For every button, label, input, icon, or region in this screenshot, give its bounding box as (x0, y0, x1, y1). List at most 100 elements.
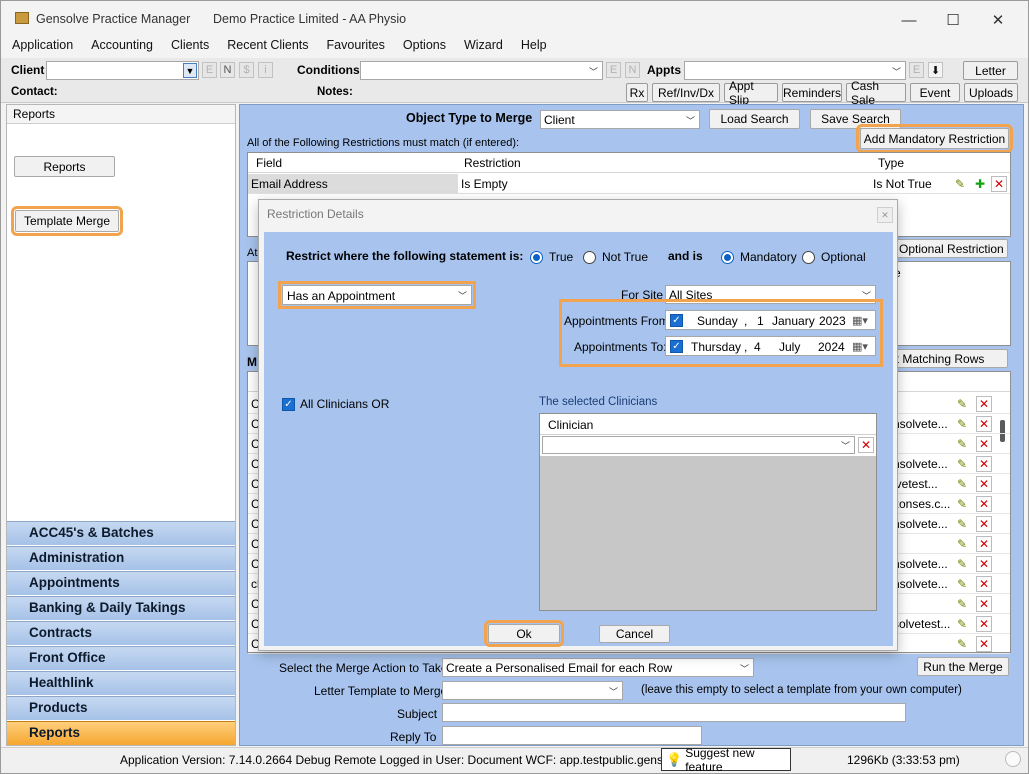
nav-appointments[interactable]: Appointments (7, 571, 235, 595)
dialog-close-icon[interactable]: ✕ (877, 207, 893, 223)
delete-x-icon[interactable]: ✕ (991, 176, 1007, 192)
cancel-button[interactable]: Cancel (599, 625, 670, 643)
nav-products[interactable]: Products (7, 696, 235, 720)
uploads-button[interactable]: Uploads (964, 83, 1018, 102)
load-search-button[interactable]: Load Search (709, 109, 800, 129)
delete-x-icon[interactable]: ✕ (976, 576, 992, 592)
calendar-icon[interactable]: ▦▾ (852, 340, 868, 353)
nav-reports[interactable]: Reports (7, 721, 235, 745)
conditions-combo[interactable]: ﹀ (360, 61, 603, 80)
clinician-combo[interactable]: ﹀ (542, 436, 855, 454)
delete-x-icon[interactable]: ✕ (976, 516, 992, 532)
add-plus-icon[interactable]: ✚ (972, 176, 988, 192)
conditions-edit-button[interactable]: E (606, 62, 621, 78)
delete-x-icon[interactable]: ✕ (858, 437, 874, 453)
edit-pencil-icon[interactable]: ✎ (954, 616, 970, 632)
calendar-icon[interactable]: ▦▾ (852, 314, 868, 327)
menu-clients[interactable]: Clients (160, 37, 216, 57)
edit-pencil-icon[interactable]: ✎ (954, 436, 970, 452)
nav-administration[interactable]: Administration (7, 546, 235, 570)
menu-help[interactable]: Help (510, 37, 554, 57)
appt-from-checkbox[interactable]: ✓ (670, 314, 683, 327)
save-search-button[interactable]: Save Search (810, 109, 901, 129)
reports-button[interactable]: Reports (14, 156, 115, 177)
close-window-button[interactable]: ✕ (976, 7, 1020, 33)
nav-acc45-batches[interactable]: ACC45's & Batches (7, 521, 235, 545)
run-merge-button[interactable]: Run the Merge (917, 657, 1009, 676)
for-site-combo[interactable]: All Sites ﹀ (665, 285, 876, 304)
event-button[interactable]: Event (910, 83, 960, 102)
download-icon[interactable]: ⬇ (928, 62, 943, 78)
condition-type-combo[interactable]: Has an Appointment ﹀ (278, 281, 476, 309)
delete-x-icon[interactable]: ✕ (976, 396, 992, 412)
delete-x-icon[interactable]: ✕ (976, 616, 992, 632)
edit-pencil-icon[interactable]: ✎ (954, 576, 970, 592)
merge-action-combo[interactable]: Create a Personalised Email for each Row… (442, 658, 754, 677)
edit-pencil-icon[interactable]: ✎ (954, 536, 970, 552)
mandatory-radio-circle[interactable] (721, 250, 734, 264)
rx-button[interactable]: Rx (626, 83, 648, 102)
edit-pencil-icon[interactable]: ✎ (954, 476, 970, 492)
delete-x-icon[interactable]: ✕ (976, 416, 992, 432)
menu-accounting[interactable]: Accounting (80, 37, 160, 57)
add-mandatory-restriction-button[interactable]: Add Mandatory Restriction (856, 124, 1013, 153)
nav-healthlink[interactable]: Healthlink (7, 671, 235, 695)
appt-to-checkbox[interactable]: ✓ (670, 340, 683, 353)
mandatory-radio[interactable]: Mandatory (721, 250, 797, 264)
nav-front-office[interactable]: Front Office (7, 646, 235, 670)
maximize-button[interactable]: ☐ (931, 7, 975, 33)
edit-pencil-icon[interactable]: ✎ (954, 596, 970, 612)
edit-pencil-icon[interactable]: ✎ (954, 396, 970, 412)
appts-combo[interactable]: ﹀ (684, 61, 906, 80)
edit-pencil-icon[interactable]: ✎ (954, 456, 970, 472)
client-edit-button[interactable]: E (202, 62, 217, 78)
appt-from-picker[interactable]: ✓ Sunday , 1 January 2023 ▦▾ (665, 310, 876, 330)
delete-x-icon[interactable]: ✕ (976, 456, 992, 472)
menu-favourites[interactable]: Favourites (316, 37, 392, 57)
client-account-button[interactable]: $ (239, 62, 254, 78)
template-merge-button[interactable]: Template Merge (11, 206, 123, 236)
delete-x-icon[interactable]: ✕ (976, 496, 992, 512)
all-clinicians-checkbox[interactable]: ✓ All Clinicians OR (282, 397, 389, 411)
table-row[interactable]: Email Address Is Empty Is Not True ✎ ✚ ✕ (248, 174, 1010, 194)
menu-application[interactable]: Application (1, 37, 80, 57)
add-optional-restriction-button[interactable]: Optional Restriction (890, 239, 1008, 258)
suggest-feature-button[interactable]: 💡 Suggest new feature (661, 746, 791, 773)
appts-edit-button[interactable]: E (909, 62, 924, 78)
edit-pencil-icon[interactable]: ✎ (952, 176, 968, 192)
ref-inv-dx-button[interactable]: Ref/Inv/Dx (652, 83, 720, 102)
delete-x-icon[interactable]: ✕ (976, 436, 992, 452)
not-true-radio-circle[interactable] (583, 250, 596, 264)
edit-pencil-icon[interactable]: ✎ (954, 496, 970, 512)
optional-radio[interactable]: Optional (802, 250, 866, 264)
client-info-button[interactable]: i (258, 62, 273, 78)
edit-pencil-icon[interactable]: ✎ (954, 636, 970, 652)
all-clinicians-check[interactable]: ✓ (282, 397, 295, 411)
edit-pencil-icon[interactable]: ✎ (954, 516, 970, 532)
ok-button[interactable]: Ok (484, 620, 564, 647)
delete-x-icon[interactable]: ✕ (976, 536, 992, 552)
conditions-new-button[interactable]: N (625, 62, 640, 78)
cash-sale-button[interactable]: Cash Sale (846, 79, 906, 107)
menu-options[interactable]: Options (392, 37, 453, 57)
appt-to-picker[interactable]: ✓ Thursday , 4 July 2024 ▦▾ (665, 336, 876, 356)
menu-wizard[interactable]: Wizard (453, 37, 510, 57)
delete-x-icon[interactable]: ✕ (976, 636, 992, 652)
client-new-button[interactable]: N (220, 62, 235, 78)
reply-to-input[interactable] (442, 726, 702, 745)
letter-button[interactable]: Letter (963, 61, 1018, 80)
client-combo[interactable]: ▼ (46, 61, 199, 80)
nav-contracts[interactable]: Contracts (7, 621, 235, 645)
true-radio[interactable]: True (530, 250, 573, 264)
nav-banking-daily-takings[interactable]: Banking & Daily Takings (7, 596, 235, 620)
true-radio-circle[interactable] (530, 250, 543, 264)
edit-pencil-icon[interactable]: ✎ (954, 556, 970, 572)
delete-x-icon[interactable]: ✕ (976, 476, 992, 492)
not-true-radio[interactable]: Not True (583, 250, 648, 264)
object-type-combo[interactable]: Client ﹀ (540, 110, 700, 129)
edit-pencil-icon[interactable]: ✎ (954, 416, 970, 432)
get-matching-rows-button[interactable]: et Matching Rows (880, 349, 1008, 368)
delete-x-icon[interactable]: ✕ (976, 556, 992, 572)
reminders-button[interactable]: Reminders (782, 83, 842, 102)
optional-radio-circle[interactable] (802, 250, 815, 264)
